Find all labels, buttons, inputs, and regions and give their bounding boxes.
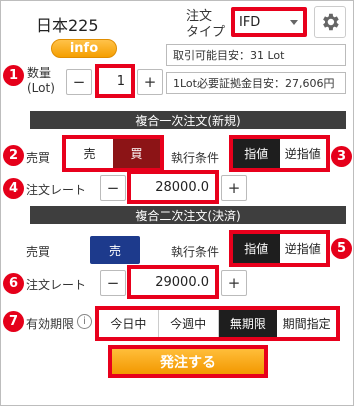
- gear-icon: [323, 13, 339, 31]
- first-rate-minus-button[interactable]: −: [100, 175, 126, 201]
- required-margin-info: 1Lot必要証拠金目安：27,606円: [166, 72, 346, 94]
- validity-label: 有効期限: [26, 317, 75, 331]
- first-side-toggle: 売 買: [62, 135, 164, 172]
- first-rate-input[interactable]: 28000.0: [127, 170, 219, 204]
- info-button[interactable]: info: [51, 39, 117, 58]
- second-condition-toggle: 指値 逆指値: [229, 230, 330, 267]
- chevron-down-icon: [290, 20, 298, 25]
- badge-6: 6: [3, 273, 24, 294]
- badge-7: 7: [3, 311, 24, 332]
- first-condition-label: 執行条件: [171, 151, 220, 165]
- second-order-header: 複合二次注文(決済): [30, 206, 346, 224]
- second-stop-option[interactable]: 逆指値: [279, 234, 326, 263]
- order-type-select[interactable]: IFD: [231, 7, 307, 37]
- first-condition-toggle: 指値 逆指値: [229, 135, 330, 172]
- badge-5: 5: [331, 238, 352, 259]
- first-stop-option[interactable]: 逆指値: [279, 139, 326, 168]
- second-limit-option[interactable]: 指値: [233, 234, 280, 263]
- order-type-value: IFD: [239, 14, 261, 30]
- second-rate-minus-button[interactable]: −: [100, 270, 126, 296]
- symbol-name: 日本225: [36, 16, 99, 35]
- first-rate-plus-button[interactable]: +: [221, 175, 247, 201]
- settings-button[interactable]: [314, 6, 346, 38]
- second-side-value: 売: [90, 236, 140, 264]
- second-condition-label: 執行条件: [171, 245, 220, 259]
- second-rate-input[interactable]: 29000.0: [127, 265, 219, 299]
- second-rate-plus-button[interactable]: +: [221, 270, 247, 296]
- info-circle-icon[interactable]: i: [77, 314, 92, 329]
- validity-toggle: 今日中 今週中 無期限 期間指定: [95, 306, 340, 341]
- first-buy-option[interactable]: 買: [113, 139, 160, 168]
- badge-1: 1: [3, 65, 24, 86]
- quantity-label: 数量 (Lot): [27, 66, 55, 95]
- available-lots-info: 取引可能目安：31 Lot: [166, 44, 346, 66]
- second-rate-label: 注文レート: [26, 278, 87, 292]
- submit-order-button[interactable]: 発注する: [108, 345, 268, 378]
- quantity-minus-button[interactable]: −: [66, 69, 92, 95]
- badge-2: 2: [3, 145, 24, 166]
- first-sell-option[interactable]: 売: [66, 139, 113, 168]
- validity-option-week[interactable]: 今週中: [158, 310, 219, 337]
- second-side-label: 売買: [26, 245, 51, 259]
- validity-option-gtc[interactable]: 無期限: [218, 310, 278, 337]
- badge-4: 4: [3, 178, 24, 199]
- order-type-label: 注文 タイプ: [186, 9, 226, 40]
- validity-option-date[interactable]: 期間指定: [277, 310, 336, 337]
- first-rate-label: 注文レート: [26, 183, 87, 197]
- first-order-header: 複合一次注文(新規): [30, 111, 346, 129]
- quantity-plus-button[interactable]: +: [137, 69, 163, 95]
- first-limit-option[interactable]: 指値: [233, 139, 280, 168]
- quantity-input[interactable]: 1: [95, 64, 135, 98]
- first-side-label: 売買: [26, 151, 51, 165]
- validity-option-today[interactable]: 今日中: [99, 310, 159, 337]
- badge-3: 3: [331, 146, 352, 167]
